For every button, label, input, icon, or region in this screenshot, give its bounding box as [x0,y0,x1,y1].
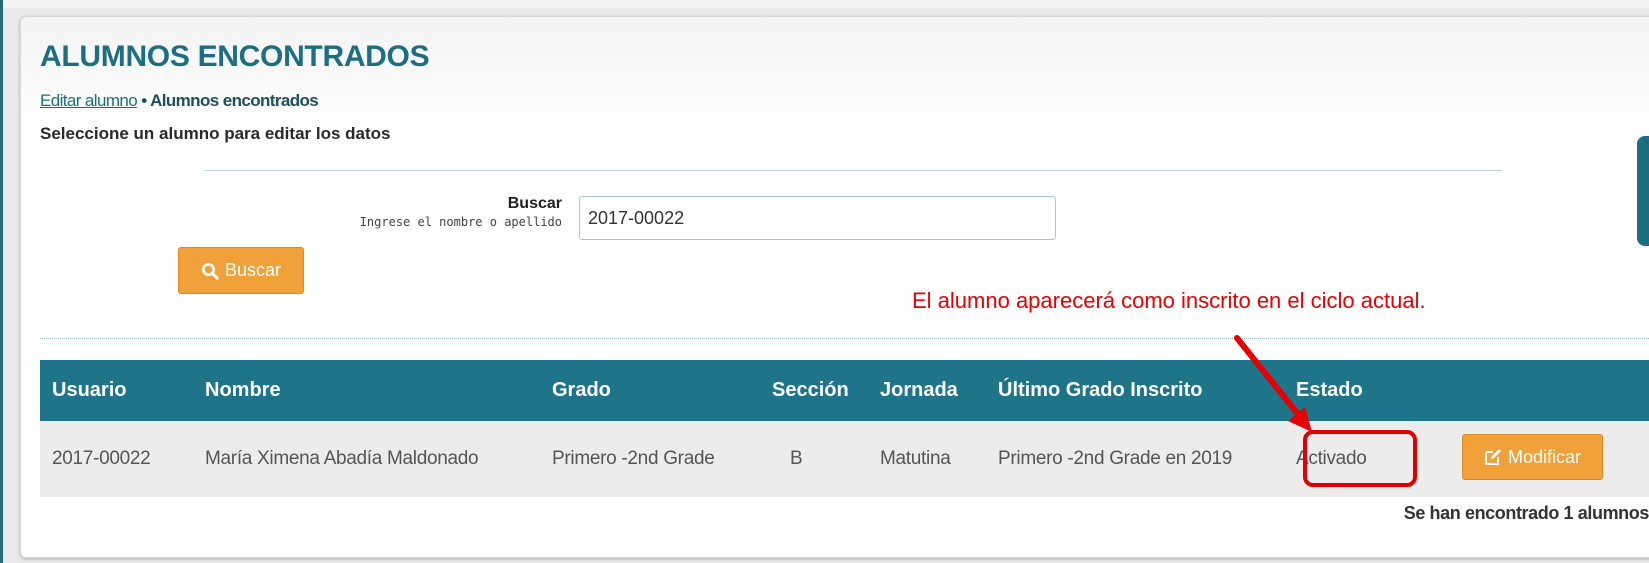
left-rule [0,0,3,563]
column-header-estado: Estado [1296,379,1363,401]
search-icon [201,262,219,280]
page-subtitle: Seleccione un alumno para editar los dat… [40,124,391,143]
search-button-label: Buscar [224,260,282,280]
annotation-text: El alumno aparecerá como inscrito en el … [912,288,1426,313]
divider-dotted [40,338,1649,339]
results-count: Se han encontrado 1 alumnos [1403,503,1649,523]
breadcrumb: Editar alumno • Alumnos encontrados [40,91,319,111]
side-tab[interactable] [1637,136,1649,246]
column-header-ultimo-grado: Último Grado Inscrito [998,379,1203,401]
divider [204,170,1502,171]
cell-usuario: 2017-00022 [52,448,151,469]
top-strip [0,0,1649,8]
cell-nombre: María Ximena Abadía Maldonado [205,448,479,469]
search-input[interactable] [579,196,1056,240]
cell-grado: Primero -2nd Grade [552,448,715,469]
cell-ultimo-grado: Primero -2nd Grade en 2019 [998,448,1233,469]
search-label-hint: Ingrese el nombre o apellido [359,215,562,229]
modify-button-label: Modificar [1507,446,1582,467]
search-button[interactable]: Buscar [178,247,304,294]
modify-button[interactable]: Modificar [1462,434,1603,480]
cell-seccion: B [790,448,803,469]
breadcrumb-separator: • [141,91,147,110]
estado-highlight-box [1303,430,1417,487]
column-header-jornada: Jornada [880,379,958,401]
table-header: Usuario Nombre Grado Sección Jornada Últ… [40,360,1649,421]
breadcrumb-link-editar-alumno[interactable]: Editar alumno [40,91,138,110]
search-label-title: Buscar [507,195,562,212]
search-label: Buscar Ingrese el nombre o apellido [300,195,562,229]
column-header-nombre: Nombre [205,379,281,401]
page-title: ALUMNOS ENCONTRADOS [40,40,430,73]
column-header-usuario: Usuario [52,379,127,401]
column-header-grado: Grado [552,379,611,401]
column-header-seccion: Sección [772,379,849,401]
edit-icon [1484,449,1501,465]
cell-jornada: Matutina [880,448,951,469]
breadcrumb-current: Alumnos encontrados [150,91,319,110]
